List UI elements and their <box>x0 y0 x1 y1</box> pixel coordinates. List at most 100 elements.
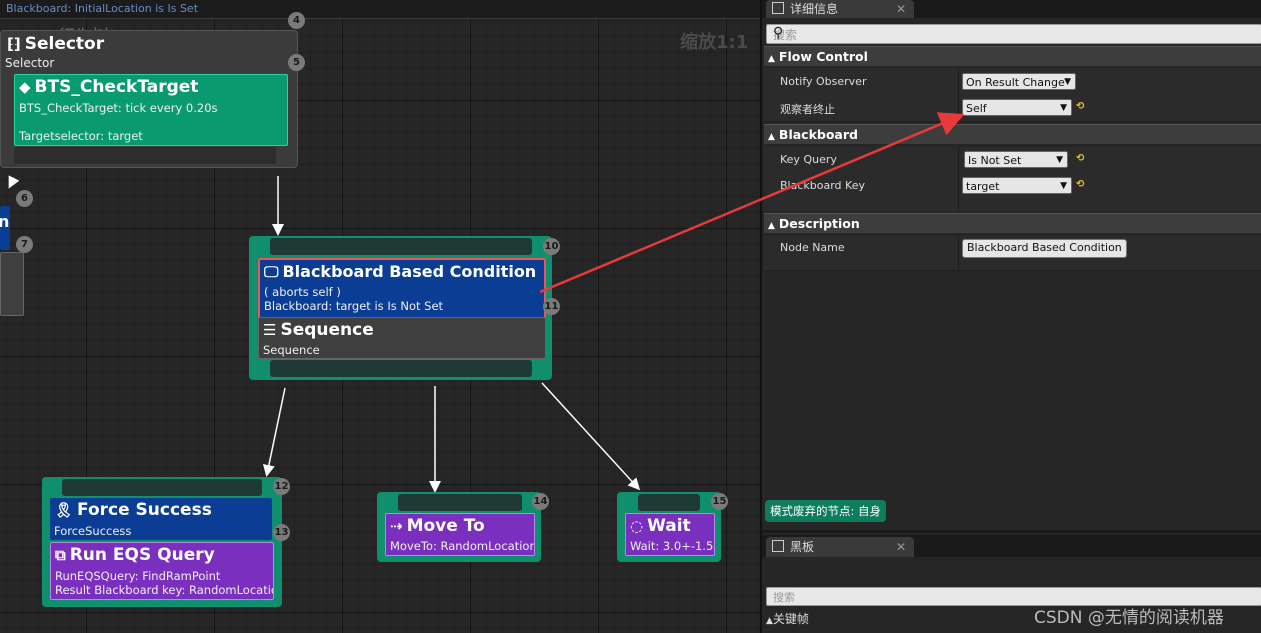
node-index-badge: 13 <box>273 524 290 541</box>
wire-partial-left <box>8 175 20 189</box>
blackboard-key-combo[interactable]: target ▼ <box>962 177 1072 194</box>
move-to-subtitle: MoveTo: RandomLocation <box>390 539 535 553</box>
force-success-top-pin[interactable] <box>62 479 262 496</box>
property-node-name: Node Name Blackboard Based Condition <box>764 236 1261 271</box>
selector-header: ⁅⁆ Selector Selector <box>1 31 291 71</box>
reset-to-default-icon[interactable]: ⟲ <box>1076 153 1084 164</box>
property-key-query: Key Query Is Not Set ▼ ⟲ <box>764 147 1261 174</box>
property-notify-observer: Notify Observer On Result Change ▼ <box>764 69 1261 96</box>
property-label: Key Query <box>780 153 837 166</box>
collapse-triangle-icon[interactable]: ▲ <box>768 132 775 142</box>
decorator-line2: Blackboard: target is Is Not Set <box>264 299 444 313</box>
collapse-triangle-icon[interactable]: ▲ <box>768 54 775 64</box>
service-title: BTS_CheckTarget <box>34 77 199 97</box>
run-eqs-title: Run EQS Query <box>69 545 215 565</box>
category-description[interactable]: ▲ Description <box>764 213 1261 233</box>
behavior-tree-graph[interactable]: Blackboard: InitialLocation is Is Set 4 … <box>0 0 760 633</box>
selector-title: Selector <box>24 34 105 54</box>
notify-observer-combo[interactable]: On Result Change ▼ <box>962 73 1076 90</box>
blackboard-search-placeholder: 搜索 <box>773 591 795 604</box>
row-spacer <box>764 199 1261 211</box>
wait-top-pin[interactable] <box>638 494 700 511</box>
service-line2: Targetselector: target <box>19 129 143 143</box>
wait-subtitle: Wait: 3.0+-1.5s <box>630 539 715 553</box>
details-search-input[interactable]: 搜索 ⚲ <box>766 24 1261 44</box>
category-blackboard[interactable]: ▲ Blackboard <box>764 124 1261 144</box>
run-eqs-query-task[interactable]: ⧉ Run EQS Query RunEQSQuery: FindRamPoint… <box>50 542 274 600</box>
selector-icon: ⁅⁆ <box>7 35 21 53</box>
chevron-down-icon: ▼ <box>1064 77 1071 87</box>
property-label: Node Name <box>780 241 845 254</box>
node-index-badge: 7 <box>16 236 33 253</box>
sequence-subtitle: Sequence <box>263 343 320 357</box>
force-success-title: Force Success <box>77 500 212 520</box>
node-name-field[interactable]: Blackboard Based Condition <box>962 239 1127 258</box>
wait-title: Wait <box>647 516 691 536</box>
wire-to-wait <box>541 382 641 491</box>
run-eqs-line1: RunEQSQuery: FindRamPoint <box>55 569 221 583</box>
decorator-title: Blackboard Based Condition <box>282 262 537 281</box>
force-success-subtitle: ForceSuccess <box>54 524 132 538</box>
decorator-icon: 🖵 <box>264 263 279 281</box>
wait-spinner-icon: ◌ <box>630 517 644 535</box>
selector-bottom-pin[interactable] <box>14 147 276 164</box>
sequence-icon: ☰ <box>263 321 277 339</box>
service-icon: ◆ <box>19 78 31 96</box>
chevron-down-icon: ▼ <box>1056 155 1063 165</box>
details-tab-icon <box>772 2 784 14</box>
bts-checktarget-service[interactable]: ◆ BTS_CheckTarget BTS_CheckTarget: tick e… <box>14 74 288 146</box>
partial-decorator-node[interactable]: n <box>0 206 10 250</box>
sequence-node[interactable]: ☰ Sequence Sequence <box>258 317 546 359</box>
watermark: CSDN @无情的阅读机器 <box>1034 608 1224 628</box>
selector-subtitle: Selector <box>5 56 55 70</box>
service-line1: BTS_CheckTarget: tick every 0.20s <box>19 101 218 115</box>
run-eqs-line2: Result Blackboard key: RandomLocation <box>55 583 274 597</box>
node-index-badge: 11 <box>543 298 560 315</box>
sequence-top-pin[interactable] <box>270 238 532 255</box>
tab-details[interactable]: 详细信息 ✕ <box>766 0 914 18</box>
reset-to-default-icon[interactable]: ⟲ <box>1076 179 1084 190</box>
close-icon[interactable]: ✕ <box>896 0 906 18</box>
sequence-bottom-pin[interactable] <box>270 360 532 377</box>
node-index-badge: 15 <box>711 493 728 510</box>
node-index-badge: 5 <box>288 54 305 71</box>
collapse-triangle-icon: ▲ <box>766 616 773 626</box>
node-index-badge: 10 <box>543 238 560 255</box>
move-arrow-icon: ⇢ <box>390 517 403 535</box>
keys-header[interactable]: ▲关键帧 <box>766 610 809 627</box>
move-to-top-pin[interactable] <box>398 494 522 511</box>
partial-composite-node[interactable] <box>0 252 24 316</box>
blackboard-based-condition-decorator[interactable]: 🖵 Blackboard Based Condition ( aborts sel… <box>258 258 546 319</box>
wait-task[interactable]: ◌ Wait Wait: 3.0+-1.5s <box>625 513 715 556</box>
reset-to-default-icon[interactable]: ⟲ <box>1076 101 1084 112</box>
chevron-down-icon: ▼ <box>1060 103 1067 113</box>
search-icon[interactable]: ⚲ <box>773 25 1257 41</box>
property-label: Blackboard Key <box>780 179 865 192</box>
details-panel: 详细信息 ✕ 搜索 ⚲ ▲ Flow Control Notify Observe… <box>762 0 1261 530</box>
ribbon-icon: 🎗 <box>54 501 74 519</box>
property-label: Notify Observer <box>780 75 867 88</box>
property-label: 观察者终止 <box>780 103 835 116</box>
eqs-icon: ⧉ <box>55 546 66 564</box>
force-success-decorator[interactable]: 🎗 Force Success ForceSuccess <box>50 498 272 540</box>
collapse-triangle-icon[interactable]: ▲ <box>768 221 775 231</box>
sequence-title: Sequence <box>280 320 374 340</box>
property-observer-aborts: 观察者终止 Self ▼ ⟲ <box>764 95 1261 122</box>
status-toast: 模式废弃的节点: 自身 <box>765 500 887 522</box>
property-blackboard-key: Blackboard Key target ▼ ⟲ <box>764 173 1261 200</box>
blackboard-tab-icon <box>772 540 784 552</box>
blackboard-tabbar: 黑板 ✕ <box>762 535 1261 557</box>
category-flow-control[interactable]: ▲ Flow Control <box>764 46 1261 66</box>
details-tabbar: 详细信息 ✕ <box>762 0 1261 18</box>
chevron-down-icon: ▼ <box>1060 181 1067 191</box>
observer-aborts-combo[interactable]: Self ▼ <box>962 99 1072 116</box>
node-index-badge: 12 <box>273 478 290 495</box>
tab-blackboard[interactable]: 黑板 ✕ <box>766 537 914 557</box>
close-icon[interactable]: ✕ <box>896 537 906 557</box>
wire-to-force-success <box>262 387 286 477</box>
decorator-line1: ( aborts self ) <box>264 285 341 299</box>
move-to-title: Move To <box>406 516 485 536</box>
move-to-task[interactable]: ⇢ Move To MoveTo: RandomLocation <box>385 513 535 556</box>
node-index-badge: 6 <box>16 190 33 207</box>
key-query-combo[interactable]: Is Not Set ▼ <box>964 151 1068 168</box>
